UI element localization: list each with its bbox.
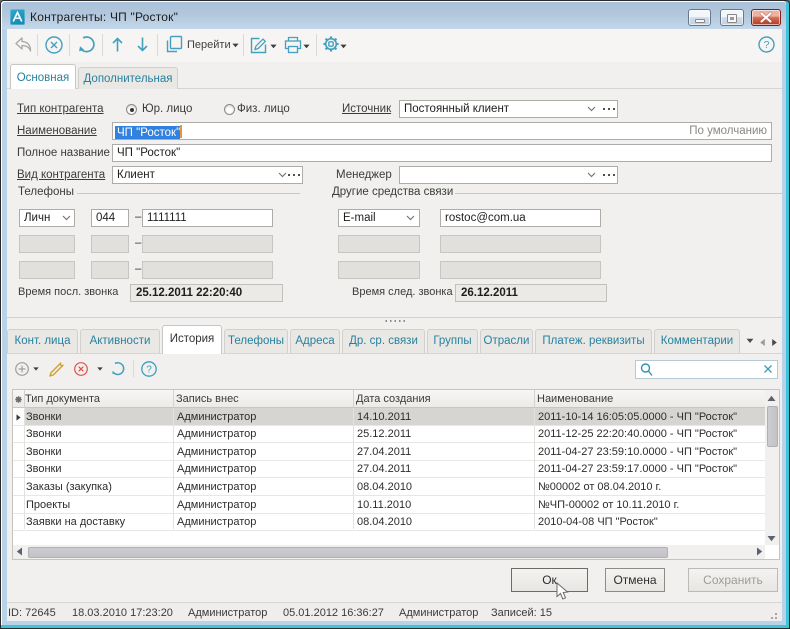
svg-text:?: ? [146,365,152,376]
svg-text:?: ? [764,39,770,51]
